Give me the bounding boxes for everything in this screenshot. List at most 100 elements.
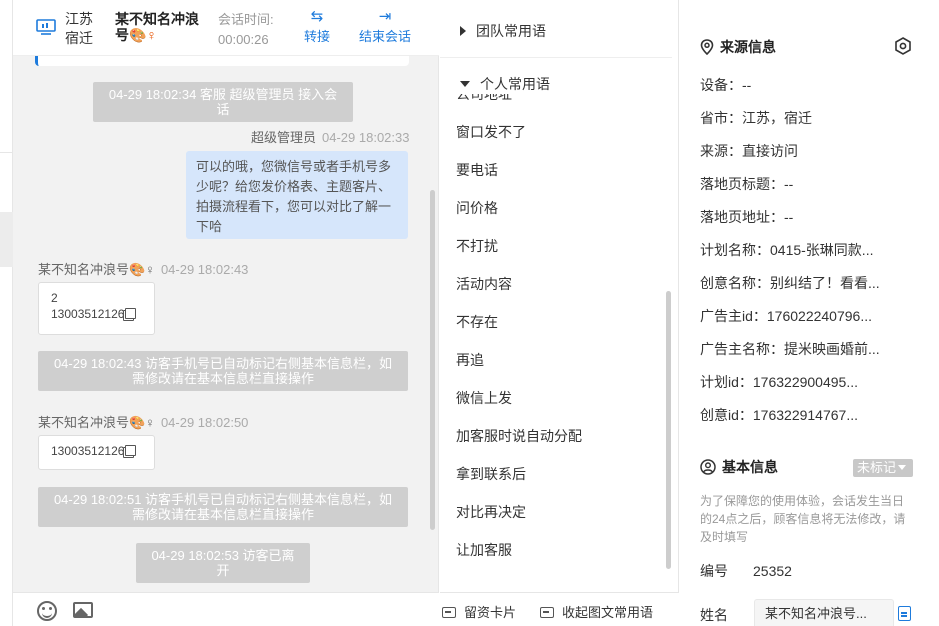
transfer-icon: ⇆ [310, 8, 324, 25]
source-info-label: 来源信息 [720, 39, 776, 55]
visitor-msg-phone: 13003512126 [51, 444, 125, 458]
agent-name: 超级管理员 [251, 130, 317, 145]
basic-info-title: 基本信息 [700, 457, 778, 477]
phrase-item[interactable]: 活动内容 [456, 274, 512, 294]
visitor-name: 某不知名冲浪号🎨♀ [115, 11, 211, 43]
exit-icon: ⇥ [378, 8, 392, 25]
phrase-item[interactable]: 要电话 [456, 160, 498, 180]
phrase-item[interactable]: 不存在 [456, 312, 498, 332]
divider [440, 57, 672, 58]
source-origin: 来源：直接访问 [700, 143, 798, 159]
plan-id: 计划id：176322900495... [700, 374, 858, 390]
image-icon[interactable] [73, 602, 93, 618]
system-mark-notice: 04-29 18:02:43 访客手机号已自动标记右侧基本信息栏，如需修改请在基… [38, 351, 408, 391]
visitor-id-label: 编号 [700, 563, 728, 579]
emoji-icon[interactable] [37, 601, 57, 621]
agent-message-bubble: 可以的哦，您微信号或者手机号多少呢？给您发价格表、主题客片、拍摄流程看下，您可以… [186, 151, 408, 239]
message-card-remnant [35, 56, 409, 66]
transfer-button[interactable]: ⇆ 转接 [304, 8, 330, 46]
visitor-id-value: 25352 [753, 563, 792, 579]
visitor-name-text: 某不知名冲浪号 [115, 11, 199, 43]
creative-id: 创意id：176322914767... [700, 407, 858, 423]
collapse-phrases-label: 收起图文常用语 [562, 605, 654, 620]
chat-panel: 江苏 宿迁 某不知名冲浪号🎨♀ 会话时间: 00:00:26 ⇆ 转接 ⇥ 结束… [13, 0, 439, 626]
transfer-label: 转接 [304, 29, 331, 44]
location-pin-icon [700, 39, 714, 55]
phrases-scrollbar[interactable] [666, 291, 671, 569]
agent-message-meta: 超级管理员 04-29 18:02:33 [251, 127, 409, 146]
personal-phrases-label: 个人常用语 [480, 76, 550, 92]
lead-card-label: 留资卡片 [464, 605, 517, 620]
phrase-item[interactable]: 对比再决定 [456, 502, 526, 522]
visitor-msg-time: 04-29 18:02:43 [160, 262, 249, 277]
join-notice: 04-29 18:02:34 客服 超级管理员 接入会话 [93, 82, 353, 122]
document-icon[interactable] [898, 606, 911, 621]
quick-phrases-panel: 团队常用语 公司地址 窗口发不了 要电话 问价格 不打扰 活动内容 不存在 再追… [440, 0, 679, 626]
end-session-label: 结束会话 [359, 29, 412, 44]
visitor-msg-phone: 13003512126 [51, 307, 125, 321]
app-root: 江苏 宿迁 某不知名冲浪号🎨♀ 会话时间: 00:00:26 ⇆ 转接 ⇥ 结束… [0, 0, 939, 626]
name-field[interactable]: 某不知名冲浪号... [754, 599, 894, 626]
card-icon [442, 607, 456, 618]
caret-down-icon [460, 81, 470, 87]
landing-page-title: 落地页标题：-- [700, 176, 794, 192]
visitor-msg-name: 某不知名冲浪号🎨♀ [38, 262, 155, 277]
phrase-item[interactable]: 加客服时说自动分配 [456, 426, 582, 446]
advertiser-id: 广告主id：176022240796... [700, 308, 872, 324]
chat-header: 江苏 宿迁 某不知名冲浪号🎨♀ 会话时间: 00:00:26 ⇆ 转接 ⇥ 结束… [13, 0, 439, 56]
source-device: 设备：-- [700, 77, 752, 93]
chat-toolbar [13, 592, 439, 626]
copy-icon[interactable] [125, 445, 137, 456]
visitor-msg-name: 某不知名冲浪号🎨♀ [38, 415, 155, 430]
session-item-selected[interactable] [0, 212, 13, 267]
visitor-msg-text: 2 [51, 291, 58, 305]
chat-scrollbar[interactable] [430, 190, 435, 530]
session-list-strip [0, 0, 13, 626]
name-label: 姓名 [700, 607, 728, 623]
location-province: 江苏 [65, 11, 93, 27]
phrase-item[interactable]: 让加客服 [456, 540, 512, 560]
user-icon [700, 459, 716, 475]
system-mark-notice: 04-29 18:02:51 访客手机号已自动标记右侧基本信息栏，如需修改请在基… [38, 487, 408, 527]
divider [0, 152, 13, 153]
session-time-value: 00:00:26 [218, 32, 269, 47]
session-time-label: 会话时间: [218, 12, 274, 27]
end-session-button[interactable]: ⇥ 结束会话 [359, 8, 411, 46]
edit-notice: 为了保障您的使用体验，会话发生当日的24点之后，顾客信息将无法修改，请及时填写 [700, 494, 906, 544]
phrase-item[interactable]: 问价格 [456, 198, 498, 218]
advertiser-name: 广告主名称：提米映画婚前... [700, 341, 880, 357]
phrases-footer: 留资卡片 收起图文常用语 [440, 592, 679, 626]
chevron-down-icon [898, 465, 907, 470]
personal-phrases-group[interactable]: 个人常用语 [460, 74, 660, 94]
team-phrases-group[interactable]: 团队常用语 [460, 21, 546, 41]
settings-icon[interactable] [894, 37, 912, 55]
phrase-item[interactable]: 不打扰 [456, 236, 498, 256]
phrase-item[interactable]: 窗口发不了 [456, 122, 526, 142]
visitor-message-bubble: 13003512126 [38, 435, 155, 470]
collapse-phrases-button[interactable]: 收起图文常用语 [540, 605, 653, 621]
plan-name: 计划名称：0415-张琳同款... [700, 242, 874, 258]
visitor-msg-time: 04-29 18:02:50 [160, 415, 249, 430]
phrase-item[interactable]: 拿到联系后 [456, 464, 526, 484]
landing-page-url: 落地页地址：-- [700, 209, 794, 225]
card-icon [540, 607, 554, 618]
visitor-message-bubble: 2 13003512126 [38, 282, 155, 335]
caret-right-icon [460, 26, 466, 36]
tag-dropdown-label: 未标记 [857, 460, 897, 475]
tag-dropdown[interactable]: 未标记 [853, 459, 913, 477]
copy-icon[interactable] [125, 308, 137, 319]
team-phrases-label: 团队常用语 [476, 23, 546, 39]
source-region: 省市：江苏，宿迁 [700, 110, 812, 126]
monitor-icon [36, 19, 56, 35]
lead-card-button[interactable]: 留资卡片 [442, 605, 516, 621]
phrase-item[interactable]: 公司地址 [456, 94, 512, 104]
personal-phrase-list: 公司地址 窗口发不了 要电话 问价格 不打扰 活动内容 不存在 再追 微信上发 … [440, 94, 672, 592]
visitor-emoji: 🎨♀ [129, 27, 157, 43]
visitor-location: 江苏 宿迁 [65, 10, 93, 48]
phrase-item[interactable]: 微信上发 [456, 388, 512, 408]
visitor-info-panel: 来源信息 设备：-- 省市：江苏，宿迁 来源：直接访问 落地页标题：-- 落地页… [680, 0, 939, 626]
visitor-message-meta: 某不知名冲浪号🎨♀ 04-29 18:02:50 [38, 412, 248, 431]
phrase-item[interactable]: 再追 [456, 350, 484, 370]
basic-info-label: 基本信息 [722, 459, 778, 475]
visitor-message-meta: 某不知名冲浪号🎨♀ 04-29 18:02:43 [38, 259, 248, 278]
